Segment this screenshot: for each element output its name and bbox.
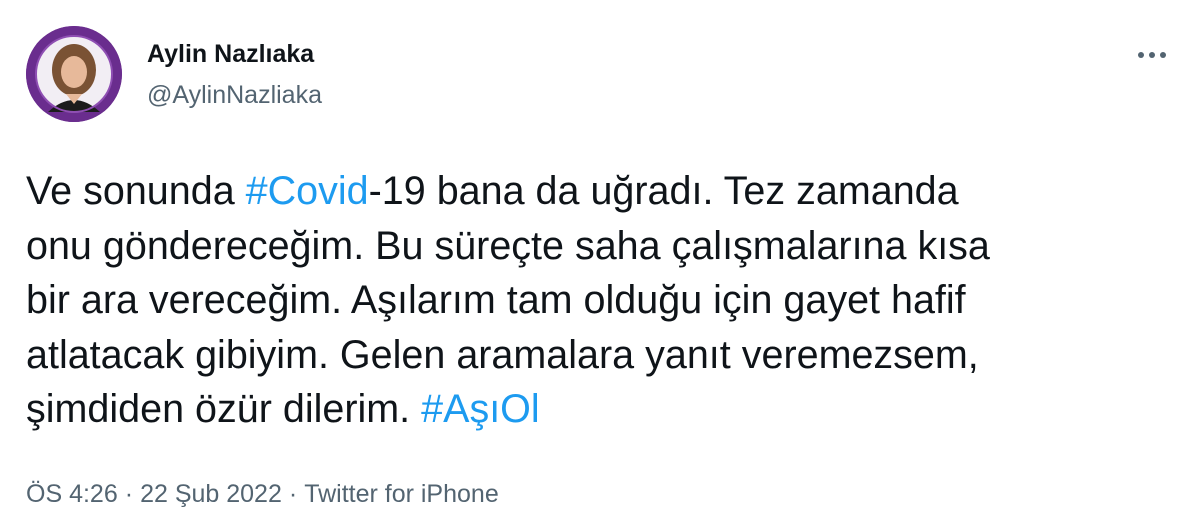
author-handle[interactable]: @AylinNazliaka xyxy=(147,79,322,111)
tweet-line-5: şimdiden özür dilerim. #AşıOl xyxy=(26,382,1166,437)
avatar[interactable] xyxy=(26,26,122,122)
tweet-metadata: ÖS 4:26 · 22 Şub 2022 · Twitter for iPhone xyxy=(26,478,499,510)
tweet-time: ÖS 4:26 xyxy=(26,480,118,508)
tweet-card: Aylin Nazlıaka @AylinNazliaka Ve sonunda… xyxy=(0,0,1200,525)
tweet-date: 22 Şub 2022 xyxy=(140,480,282,508)
tweet-source-link[interactable]: Twitter for iPhone xyxy=(304,480,499,508)
tweet-line-1: Ve sonunda #Covid-19 bana da uğradı. Tez… xyxy=(26,164,1166,219)
hashtag-asiol-link[interactable]: #AşıOl xyxy=(421,387,540,431)
tweet-line-4: atlatacak gibiyim. Gelen aramalara yanıt… xyxy=(26,332,979,377)
meta-separator: · xyxy=(288,480,298,508)
author-display-name[interactable]: Aylin Nazlıaka xyxy=(147,38,322,70)
tweet-text-segment: Ve sonunda xyxy=(26,169,246,213)
hashtag-covid-link[interactable]: #Covid xyxy=(246,169,369,213)
tweet-text-segment: şimdiden özür dilerim. xyxy=(26,387,422,431)
meta-separator: · xyxy=(124,480,134,508)
more-options-button[interactable] xyxy=(1130,40,1174,70)
more-dot xyxy=(1160,52,1166,58)
tweet-line-2: onu göndereceğim. Bu süreçte saha çalışm… xyxy=(26,223,990,268)
author-info: Aylin Nazlıaka @AylinNazliaka xyxy=(147,38,322,111)
tweet-line-3: bir ara vereceğim. Aşılarım tam olduğu i… xyxy=(26,278,966,322)
tweet-text: Ve sonunda #Covid-19 bana da uğradı. Tez… xyxy=(26,164,1166,437)
tweet-text-segment: -19 bana da uğradı. Tez zamanda xyxy=(368,169,959,213)
avatar-photo xyxy=(26,26,122,122)
more-dot xyxy=(1149,52,1155,58)
more-dot xyxy=(1138,52,1144,58)
tweet-timestamp-link[interactable]: ÖS 4:26 · 22 Şub 2022 xyxy=(26,480,282,508)
